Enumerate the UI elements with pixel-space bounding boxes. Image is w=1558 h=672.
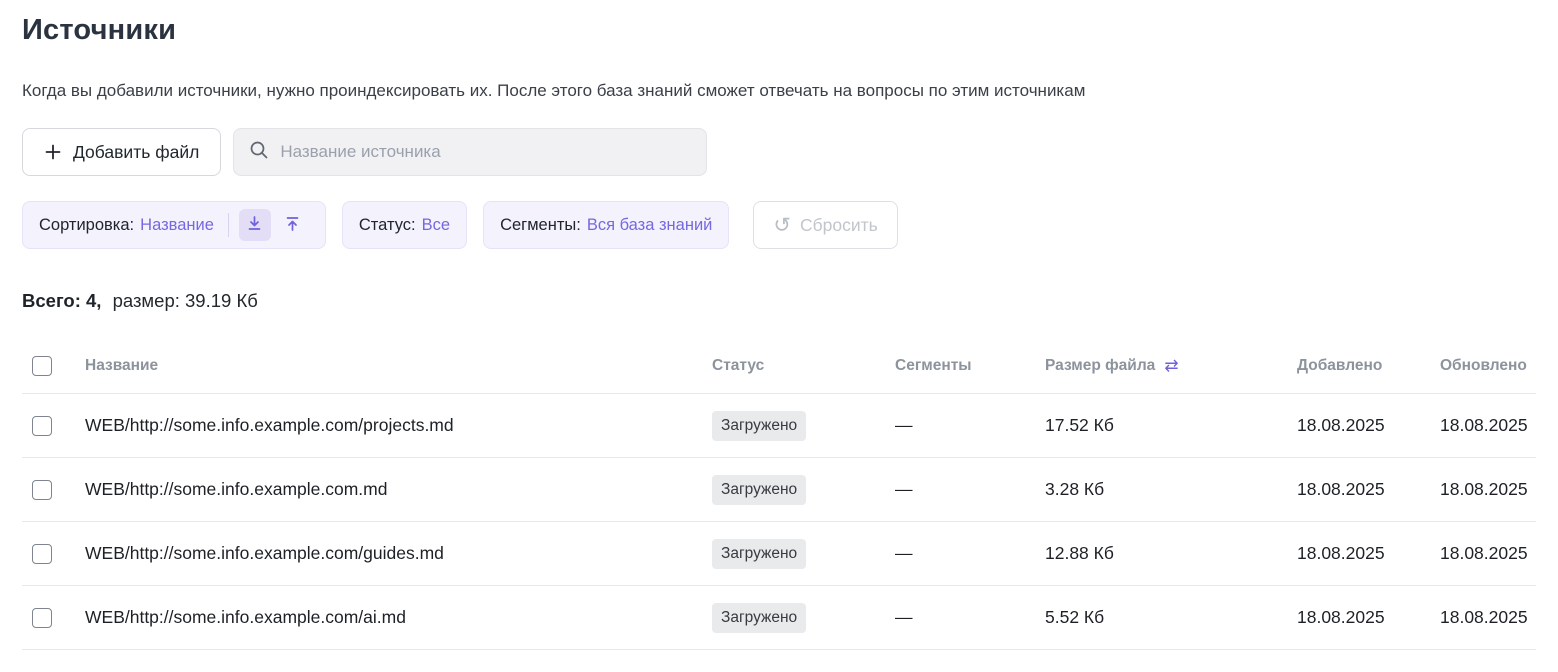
sort-descending-icon [246, 215, 263, 235]
summary-size: размер: 39.19 Кб [113, 290, 258, 311]
updated-date: 18.08.2025 [1440, 586, 1536, 650]
sort-descending-button[interactable] [239, 209, 271, 241]
add-file-label: Добавить файл [73, 142, 199, 163]
segments-filter-value: Вся база знаний [587, 216, 713, 235]
size-sort-control[interactable]: Размер файла ⇄ [1045, 356, 1179, 376]
search-input[interactable] [280, 142, 691, 162]
reset-label: Сбросить [800, 215, 878, 236]
segments-filter-chip[interactable]: Сегменты: Вся база знаний [483, 201, 729, 249]
status-badge: Загружено [712, 603, 806, 633]
segments-value: — [895, 586, 1045, 650]
column-header-updated: Обновлено [1440, 341, 1536, 394]
status-filter-value: Все [422, 216, 450, 235]
added-date: 18.08.2025 [1297, 394, 1440, 458]
sources-table: Название Статус Сегменты Размер файла ⇄ … [22, 341, 1536, 650]
row-checkbox[interactable] [32, 608, 52, 628]
swap-sort-icon: ⇄ [1164, 356, 1178, 376]
segments-value: — [895, 522, 1045, 586]
sort-value: Название [140, 216, 214, 235]
column-header-size: Размер файла ⇄ [1045, 341, 1297, 394]
file-size: 12.88 Кб [1045, 522, 1297, 586]
row-checkbox[interactable] [32, 416, 52, 436]
column-header-status: Статус [712, 341, 895, 394]
column-header-size-label: Размер файла [1045, 357, 1155, 375]
sources-page: Источники Когда вы добавили источники, н… [0, 14, 1558, 650]
segments-filter-label: Сегменты: [500, 216, 581, 235]
summary-total: Всего: 4, [22, 290, 101, 311]
status-badge: Загружено [712, 411, 806, 441]
segments-value: — [895, 394, 1045, 458]
page-description: Когда вы добавили источники, нужно проин… [22, 81, 1536, 101]
updated-date: 18.08.2025 [1440, 522, 1536, 586]
source-name: WEB/http://some.info.example.com/guides.… [85, 522, 712, 586]
chip-divider [228, 213, 229, 237]
plus-icon [44, 143, 62, 161]
table-row[interactable]: WEB/http://some.info.example.com/ai.md З… [22, 586, 1536, 650]
updated-date: 18.08.2025 [1440, 394, 1536, 458]
reset-icon: ↺ [773, 215, 791, 236]
table-row[interactable]: WEB/http://some.info.example.com/guides.… [22, 522, 1536, 586]
source-name: WEB/http://some.info.example.com/project… [85, 394, 712, 458]
segments-value: — [895, 458, 1045, 522]
search-icon [249, 140, 269, 165]
file-size: 17.52 Кб [1045, 394, 1297, 458]
status-badge: Загружено [712, 475, 806, 505]
page-title: Источники [22, 14, 1536, 47]
sort-chip[interactable]: Сортировка: Название [22, 201, 326, 249]
source-name: WEB/http://some.info.example.com/ai.md [85, 586, 712, 650]
table-row[interactable]: WEB/http://some.info.example.com/project… [22, 394, 1536, 458]
column-header-segments: Сегменты [895, 341, 1045, 394]
status-filter-label: Статус: [359, 216, 416, 235]
row-checkbox[interactable] [32, 480, 52, 500]
table-header: Название Статус Сегменты Размер файла ⇄ … [22, 341, 1536, 394]
sort-ascending-icon [284, 215, 301, 235]
table-row[interactable]: WEB/http://some.info.example.com.md Загр… [22, 458, 1536, 522]
reset-filters-button[interactable]: ↺ Сбросить [753, 201, 897, 249]
file-size: 3.28 Кб [1045, 458, 1297, 522]
source-name: WEB/http://some.info.example.com.md [85, 458, 712, 522]
added-date: 18.08.2025 [1297, 586, 1440, 650]
column-header-name: Название [85, 341, 712, 394]
summary-line: Всего: 4, размер: 39.19 Кб [22, 290, 1536, 312]
updated-date: 18.08.2025 [1440, 458, 1536, 522]
select-all-checkbox[interactable] [32, 356, 52, 376]
search-box [233, 128, 707, 176]
status-badge: Загружено [712, 539, 806, 569]
column-header-added: Добавлено [1297, 341, 1440, 394]
row-checkbox[interactable] [32, 544, 52, 564]
filter-row: Сортировка: Название Статус: Все Сегмент… [22, 201, 1536, 249]
toolbar: Добавить файл [22, 128, 1536, 176]
added-date: 18.08.2025 [1297, 522, 1440, 586]
status-filter-chip[interactable]: Статус: Все [342, 201, 467, 249]
added-date: 18.08.2025 [1297, 458, 1440, 522]
sort-label: Сортировка: [39, 216, 134, 235]
file-size: 5.52 Кб [1045, 586, 1297, 650]
table-body: WEB/http://some.info.example.com/project… [22, 394, 1536, 650]
add-file-button[interactable]: Добавить файл [22, 128, 221, 176]
sort-ascending-button[interactable] [277, 209, 309, 241]
